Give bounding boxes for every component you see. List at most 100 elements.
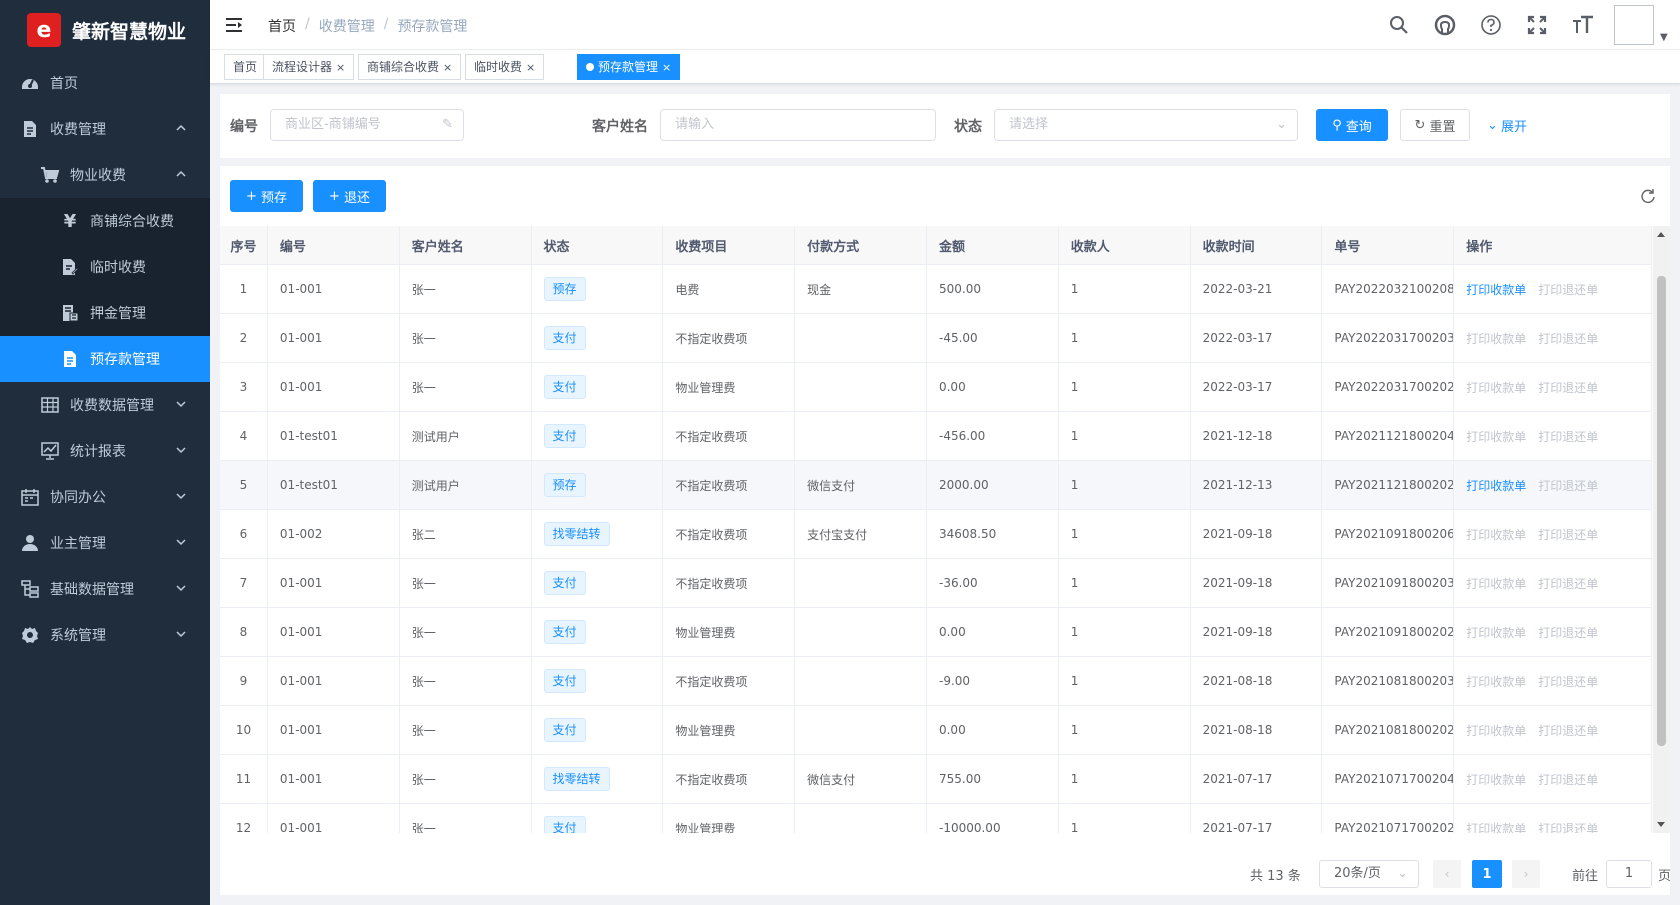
table-row[interactable]: 4 01-test01 测试用户 支付 不指定收费项 -456.00 1 2021-12-18… [220, 412, 1652, 461]
tag-home[interactable]: 首页 [224, 54, 267, 80]
table-cell-item: 电费 [663, 265, 796, 313]
table-row[interactable]: 11 01-001 张一 找零结转 不指定收费项 微信支付 755.00 1 2021-07-1… [220, 755, 1652, 804]
scroll-thumb[interactable] [1657, 276, 1666, 746]
avatar[interactable] [1614, 5, 1654, 45]
sidebar-item-reports[interactable]: 统计报表 [0, 428, 210, 474]
breadcrumb-home[interactable]: 首页 [268, 16, 296, 36]
name-input[interactable]: 请输入 [660, 109, 936, 141]
search-icon[interactable] [1376, 0, 1422, 50]
github-icon[interactable] [1422, 0, 1468, 50]
table-row[interactable]: 12 01-001 张一 支付 物业管理费 -10000.00 1 2021-07-17 PAY… [220, 804, 1652, 833]
sidebar-item-shop-fee[interactable]: ¥ 商铺综合收费 [0, 198, 210, 244]
refund-button[interactable]: + 退还 [313, 180, 386, 212]
reset-button[interactable]: ↻ 重置 [1400, 109, 1470, 141]
expand-button[interactable]: ⌄ 展开 [1482, 109, 1532, 141]
print-receipt-link[interactable]: 打印收款单 [1466, 428, 1526, 445]
print-refund-link[interactable]: 打印退还单 [1538, 428, 1598, 445]
sidebar-item-property-fee[interactable]: 物业收费 [0, 152, 210, 198]
print-refund-link[interactable]: 打印退还单 [1538, 624, 1598, 641]
close-icon[interactable]: × [526, 61, 535, 74]
page-size-select[interactable]: 20条/页 ⌄ [1319, 860, 1419, 888]
print-receipt-link[interactable]: 打印收款单 [1466, 330, 1526, 347]
prestore-button[interactable]: + 预存 [230, 180, 303, 212]
print-receipt-link[interactable]: 打印收款单 [1466, 526, 1526, 543]
query-button[interactable]: ⚲ 查询 [1316, 109, 1388, 141]
refresh-icon[interactable] [1640, 188, 1656, 204]
breadcrumb-billing[interactable]: 收费管理 [319, 16, 375, 36]
sidebar-item-prepay[interactable]: 预存款管理 [0, 336, 210, 382]
print-refund-link[interactable]: 打印退还单 [1538, 722, 1598, 739]
print-refund-link[interactable]: 打印退还单 [1538, 575, 1598, 592]
tag-prepay[interactable]: 预存款管理 × [577, 54, 681, 80]
sidebar-item-owners[interactable]: 业主管理 [0, 520, 210, 566]
table-cell-payee: 1 [1059, 510, 1191, 558]
print-refund-link[interactable]: 打印退还单 [1538, 526, 1598, 543]
scroll-up-icon[interactable] [1657, 232, 1665, 237]
close-icon[interactable]: × [662, 61, 671, 74]
code-input[interactable]: 商业区-商铺编号 ✎ [270, 109, 464, 141]
prev-page-button[interactable]: ‹ [1433, 860, 1461, 888]
next-page-button[interactable]: › [1512, 860, 1540, 888]
chevron-down-icon [176, 401, 186, 408]
calculator-doc-icon [60, 303, 80, 323]
caret-down-icon[interactable]: ▼ [1660, 32, 1680, 43]
tag-temp-fee[interactable]: 临时收费 × [465, 54, 545, 80]
tag-shop-fee[interactable]: 商铺综合收费 × [358, 54, 462, 80]
table-cell-time: 2021-08-18 [1191, 657, 1323, 705]
close-icon[interactable]: × [336, 61, 345, 74]
goto-page-input[interactable]: 1 [1606, 860, 1652, 888]
sidebar-item-base-data[interactable]: 基础数据管理 [0, 566, 210, 612]
table-cell-item: 不指定收费项 [663, 314, 796, 362]
sidebar-item-system[interactable]: 系统管理 [0, 612, 210, 658]
sidebar-item-billing[interactable]: 收费管理 [0, 106, 210, 152]
logo-mark: e [27, 13, 61, 47]
help-icon[interactable] [1468, 0, 1514, 50]
print-refund-link[interactable]: 打印退还单 [1538, 477, 1598, 494]
sidebar-item-deposit[interactable]: 押金管理 [0, 290, 210, 336]
table-scrollbar[interactable] [1653, 226, 1670, 833]
print-receipt-link[interactable]: 打印收款单 [1466, 820, 1526, 834]
table-cell-item: 物业管理费 [663, 608, 796, 656]
table-row[interactable]: 7 01-001 张一 支付 不指定收费项 -36.00 1 2021-09-18 PAY202… [220, 559, 1652, 608]
table-cell-item: 物业管理费 [663, 804, 796, 833]
sidebar-item-temp-fee[interactable]: 临时收费 [0, 244, 210, 290]
table-row[interactable]: 3 01-001 张一 支付 物业管理费 0.00 1 2022-03-17 PAY202203… [220, 363, 1652, 412]
table-row[interactable]: 10 01-001 张一 支付 物业管理费 0.00 1 2021-08-18 PAY20210… [220, 706, 1652, 755]
table-row[interactable]: 6 01-002 张二 找零结转 不指定收费项 支付宝支付 34608.50 1 2021-09… [220, 510, 1652, 559]
font-size-icon[interactable] [1560, 0, 1606, 50]
print-refund-link[interactable]: 打印退还单 [1538, 771, 1598, 788]
sidebar-item-office[interactable]: 协同办公 [0, 474, 210, 520]
print-refund-link[interactable]: 打印退还单 [1538, 281, 1598, 298]
sidebar-item-label: 统计报表 [70, 444, 126, 460]
print-receipt-link[interactable]: 打印收款单 [1466, 722, 1526, 739]
print-receipt-link[interactable]: 打印收款单 [1466, 771, 1526, 788]
sidebar-item-fee-data[interactable]: 收费数据管理 [0, 382, 210, 428]
table-card: + 预存 + 退还 序号 编号 客户姓名 状态 收费项目 付款方式 金额 收款人 收款时间 单号 操作 … [220, 166, 1671, 895]
document-icon [20, 119, 40, 139]
scroll-down-icon[interactable] [1657, 822, 1665, 827]
table-row[interactable]: 8 01-001 张一 支付 物业管理费 0.00 1 2021-09-18 PAY202109… [220, 608, 1652, 657]
status-badge: 支付 [543, 375, 586, 399]
status-select[interactable]: 请选择 ⌄ [994, 109, 1298, 141]
print-receipt-link[interactable]: 打印收款单 [1466, 379, 1526, 396]
print-receipt-link[interactable]: 打印收款单 [1466, 477, 1526, 494]
table-row[interactable]: 1 01-001 张一 预存 电费 现金 500.00 1 2022-03-21 PAY20220… [220, 265, 1652, 314]
hamburger-icon[interactable] [224, 15, 244, 35]
close-icon[interactable]: × [443, 61, 452, 74]
print-refund-link[interactable]: 打印退还单 [1538, 330, 1598, 347]
table-row[interactable]: 9 01-001 张一 支付 不指定收费项 -9.00 1 2021-08-18 PAY2021… [220, 657, 1652, 706]
print-refund-link[interactable]: 打印退还单 [1538, 820, 1598, 834]
table-cell-amount: 0.00 [927, 608, 1059, 656]
print-refund-link[interactable]: 打印退还单 [1538, 379, 1598, 396]
print-receipt-link[interactable]: 打印收款单 [1466, 575, 1526, 592]
fullscreen-icon[interactable] [1514, 0, 1560, 50]
tag-flow-designer[interactable]: 流程设计器 × [263, 54, 355, 80]
print-receipt-link[interactable]: 打印收款单 [1466, 624, 1526, 641]
table-row[interactable]: 2 01-001 张一 支付 不指定收费项 -45.00 1 2022-03-17 PAY202… [220, 314, 1652, 363]
print-receipt-link[interactable]: 打印收款单 [1466, 281, 1526, 298]
print-refund-link[interactable]: 打印退还单 [1538, 673, 1598, 690]
page-number-current[interactable]: 1 [1472, 860, 1502, 888]
sidebar-item-home[interactable]: 首页 [0, 60, 210, 106]
print-receipt-link[interactable]: 打印收款单 [1466, 673, 1526, 690]
table-row[interactable]: 5 01-test01 测试用户 预存 不指定收费项 微信支付 2000.00 1 2021-1… [220, 461, 1652, 510]
